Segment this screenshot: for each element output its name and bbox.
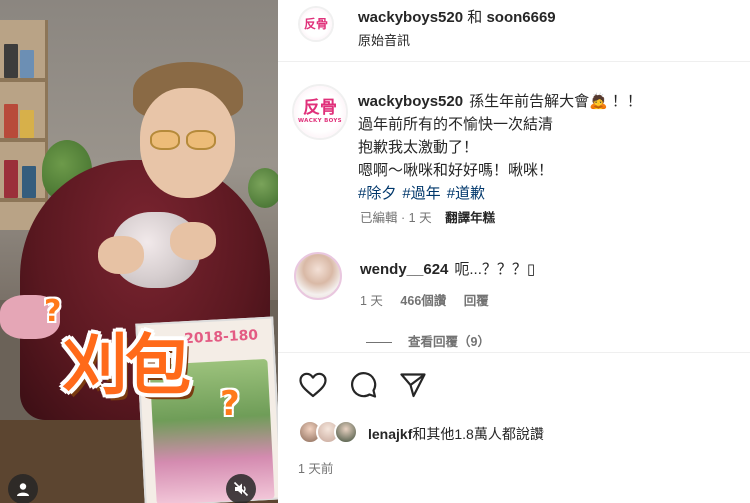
caption-line: 嗯啊～啾咪和好好嗎！啾咪！: [358, 162, 554, 179]
hashtag-link[interactable]: #過年: [402, 185, 440, 202]
avatar-logo-subtext: WACKY BOYS: [298, 117, 342, 124]
poster-text: 2018-180: [183, 327, 259, 348]
meta-dot: ·: [401, 211, 406, 225]
hashtags: #除夕 #過年 #道歉: [358, 182, 748, 205]
author-avatar[interactable]: 反骨: [298, 6, 334, 42]
caption-avatar[interactable]: 反骨 WACKY BOYS: [292, 84, 348, 140]
muted-speaker-icon: [233, 481, 249, 497]
post-details-panel: 反骨 wackyboys520 和 soon6669 原始音訊 反骨 WACKY…: [278, 0, 750, 503]
question-mark: ?: [220, 384, 240, 424]
comment-likes[interactable]: 466個讚: [400, 294, 446, 308]
mute-button[interactable]: [226, 474, 256, 503]
commenter-avatar[interactable]: [294, 252, 342, 300]
sticker-text: 刈包: [62, 327, 191, 404]
translate-button[interactable]: 翻譯年糕: [445, 211, 495, 225]
comment-icon: [351, 372, 377, 398]
author-username[interactable]: wackyboys520: [358, 9, 463, 26]
authors-joiner: 和: [467, 9, 483, 26]
comment-body: 呃...？？？▯: [454, 261, 536, 278]
post-media[interactable]: 2018-180 刈包 ? ?: [0, 0, 278, 503]
bookshelf: [0, 20, 48, 230]
like-button[interactable]: [298, 370, 328, 400]
divider: [278, 352, 750, 353]
caption-meta: 已編輯 · 1 天 翻譯年糕: [360, 207, 495, 226]
edited-label: 已編輯: [360, 211, 398, 225]
hand: [98, 236, 144, 274]
caption-line: 抱歉我太激動了！: [358, 139, 479, 156]
user-tags-button[interactable]: [8, 474, 38, 503]
hand: [170, 222, 216, 260]
hashtag-link[interactable]: #除夕: [358, 185, 396, 202]
caption-line: 孫生年前告解大會🙇 ！！: [469, 93, 642, 110]
post-time[interactable]: 1 天前: [298, 458, 333, 477]
coauthor-username[interactable]: soon6669: [486, 9, 555, 26]
comment-button[interactable]: [348, 370, 378, 400]
plant: [248, 168, 278, 208]
user-icon: [17, 483, 29, 496]
caption-line: 過年前所有的不愉快一次結清: [358, 116, 554, 133]
audio-label[interactable]: 原始音訊: [358, 30, 410, 49]
view-replies-button[interactable]: 查看回覆（9）: [366, 331, 490, 350]
liker-avatar: [334, 420, 358, 444]
avatar-logo-text: 反骨: [303, 17, 328, 31]
share-icon: [400, 373, 426, 398]
post-header: 反骨 wackyboys520 和 soon6669 原始音訊: [278, 0, 750, 62]
likes-summary[interactable]: lenajkf和其他1.8萬人都說讚: [368, 424, 544, 444]
comment-text: wendy__624 呃...？？？▯: [360, 258, 535, 279]
question-mark: ?: [44, 294, 62, 329]
post-authors: wackyboys520 和 soon6669: [358, 6, 556, 27]
replies-line: [366, 342, 392, 344]
caption-text: wackyboys520 孫生年前告解大會🙇 ！！ 過年前所有的不愉快一次結清 抱…: [358, 90, 748, 205]
caption-username[interactable]: wackyboys520: [358, 93, 463, 110]
liker-username[interactable]: lenajkf: [368, 426, 412, 442]
avatar-logo-text: 反骨: [303, 97, 337, 118]
view-replies-label: 查看回覆（9）: [408, 335, 490, 349]
hashtag-link[interactable]: #道歉: [447, 185, 485, 202]
comment-meta: 1 天 466個讚 回覆: [360, 290, 503, 309]
heart-icon: [299, 372, 327, 398]
post-actions: [298, 370, 428, 400]
share-button[interactable]: [398, 370, 428, 400]
comment-time: 1 天: [360, 294, 383, 308]
commenter-username[interactable]: wendy__624: [360, 261, 448, 278]
likes-rest: 和其他1.8萬人都說讚: [412, 426, 544, 442]
caption-time: 1 天: [408, 211, 432, 225]
reply-button[interactable]: 回覆: [464, 294, 489, 308]
sunglasses: [150, 130, 220, 152]
